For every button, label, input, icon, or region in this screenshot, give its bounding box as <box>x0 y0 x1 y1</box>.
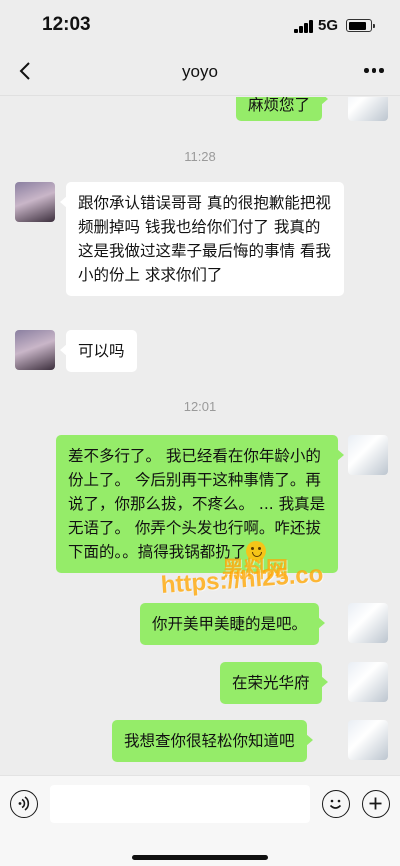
voice-input-icon[interactable] <box>10 790 38 818</box>
self-avatar[interactable] <box>348 720 388 760</box>
message-text: 你开美甲美睫的是吧。 <box>152 615 308 633</box>
input-bar <box>0 775 400 866</box>
home-indicator <box>132 855 268 860</box>
message-text: 麻烦您了 <box>248 97 311 114</box>
message-bubble-self[interactable]: 差不多行了。 我已经看在你年龄小的份上了。 今后别再干这种事情了。再说了，你那么… <box>56 435 344 573</box>
message-bubble-self[interactable]: 在荣光华府 <box>220 662 328 704</box>
battery-icon <box>346 19 375 32</box>
message-text: 可以吗 <box>78 342 125 360</box>
contact-avatar[interactable] <box>15 330 55 370</box>
message-bubble-other[interactable]: 可以吗 <box>60 330 137 372</box>
message-text: 差不多行了。 我已经看在你年龄小的份上了。 今后别再干这种事情了。再说了，你那么… <box>68 447 326 561</box>
message-bubble-self[interactable]: 你开美甲美睫的是吧。 <box>140 603 326 645</box>
message-input[interactable] <box>50 785 310 823</box>
status-time: 12:03 <box>42 14 91 35</box>
network-label: 5G <box>318 17 339 34</box>
message-text: 在荣光华府 <box>232 674 310 692</box>
timestamp: 12:01 <box>183 399 217 414</box>
plus-icon[interactable] <box>362 790 390 818</box>
message-bubble-other[interactable]: 跟你承认错误哥哥 真的很抱歉能把视频删掉吗 钱我也给你们付了 我真的这是我做过这… <box>60 182 344 296</box>
self-avatar[interactable] <box>348 435 388 475</box>
nav-bar: yoyo <box>0 50 400 96</box>
more-options-icon[interactable] <box>364 68 384 74</box>
emoji-picker-icon[interactable] <box>322 790 350 818</box>
self-avatar[interactable] <box>348 662 388 702</box>
status-bar: 12:03 5G <box>0 0 400 50</box>
message-text: 我想查你很轻松你知道吧 <box>124 732 295 750</box>
message-bubble-self[interactable]: 我想查你很轻松你知道吧 <box>112 720 313 762</box>
chat-area[interactable]: 麻烦您了 11:28 跟你承认错误哥哥 真的很抱歉能把视频删掉吗 钱我也给你们付… <box>0 97 400 775</box>
self-avatar[interactable] <box>348 603 388 643</box>
message-text: 跟你承认错误哥哥 真的很抱歉能把视频删掉吗 钱我也给你们付了 我真的这是我做过这… <box>78 194 331 284</box>
chat-title: yoyo <box>182 62 218 81</box>
contact-avatar[interactable] <box>15 182 55 222</box>
message-bubble-self[interactable]: 麻烦您了 <box>236 97 329 121</box>
timestamp: 11:28 <box>184 149 216 164</box>
self-avatar[interactable] <box>348 97 388 121</box>
signal-icon <box>294 20 314 33</box>
